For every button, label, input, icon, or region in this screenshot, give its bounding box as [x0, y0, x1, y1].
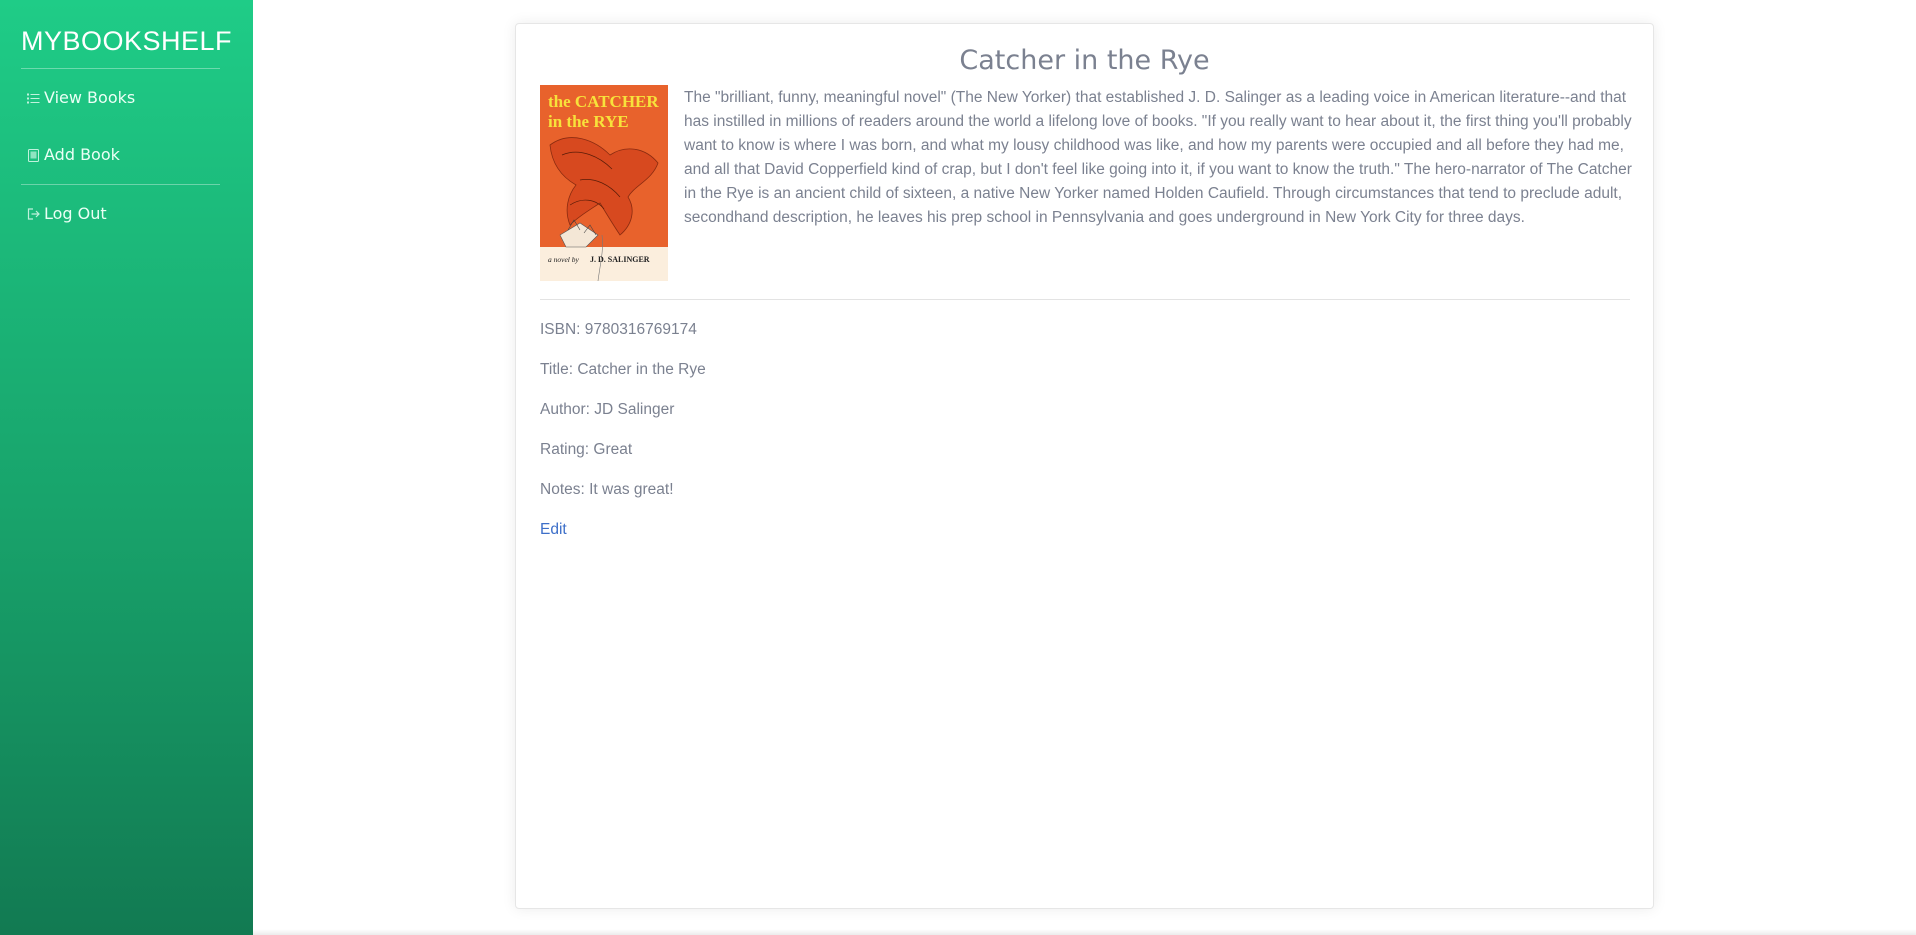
- book-description: The "brilliant, funny, meaningful novel"…: [684, 89, 1632, 226]
- sidebar-item-label: View Books: [44, 88, 136, 107]
- book-icon: [25, 147, 41, 163]
- cover-byline: a novel by: [548, 255, 579, 264]
- section-divider: [540, 299, 1630, 300]
- cover-author: J. D. SALINGER: [590, 255, 650, 264]
- edit-link[interactable]: Edit: [540, 520, 567, 540]
- sidebar: MYBOOKSHELF View Books Add Book Log Out: [0, 0, 253, 935]
- sidebar-item-add-book[interactable]: Add Book: [21, 145, 120, 165]
- notes-field: Notes: It was great!: [540, 481, 674, 498]
- page-title: Catcher in the Rye: [959, 45, 1210, 76]
- list-icon: [25, 90, 41, 106]
- app-window: MYBOOKSHELF View Books Add Book Log Out …: [0, 0, 1916, 935]
- sidebar-item-label: Add Book: [44, 145, 120, 164]
- page-bottom-edge: [253, 929, 1916, 935]
- rating-field: Rating: Great: [540, 441, 633, 458]
- cover-title-line1: the CATCHER: [548, 92, 659, 111]
- title-field: Title: Catcher in the Rye: [540, 361, 706, 378]
- book-cover-image: the CATCHER in the RYE a novel by J. D. …: [540, 85, 668, 281]
- sidebar-item-view-books[interactable]: View Books: [21, 88, 135, 108]
- isbn-field: ISBN: 9780316769174: [540, 321, 697, 338]
- sidebar-item-log-out[interactable]: Log Out: [21, 204, 107, 224]
- sidebar-divider: [21, 184, 220, 185]
- book-detail-card: Catcher in the Rye the CATCHER in the RY…: [515, 23, 1654, 909]
- cover-title-line2: in the RYE: [548, 112, 629, 131]
- author-field: Author: JD Salinger: [540, 401, 675, 418]
- logout-icon: [25, 206, 41, 222]
- brand-logo[interactable]: MYBOOKSHELF: [21, 0, 232, 69]
- sidebar-item-label: Log Out: [44, 204, 107, 223]
